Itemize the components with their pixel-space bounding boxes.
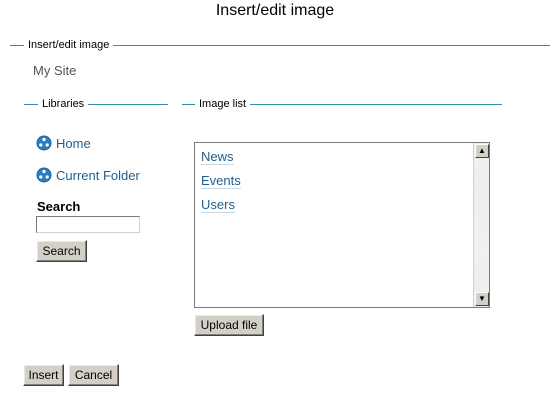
vertical-scrollbar[interactable]: ▲ ▼	[473, 143, 489, 307]
cancel-button[interactable]: Cancel	[68, 364, 119, 386]
folder-nav-icon	[36, 135, 52, 151]
scroll-down-icon[interactable]: ▼	[475, 292, 489, 306]
library-link-home[interactable]: Home	[36, 135, 91, 151]
list-item[interactable]: Events	[201, 173, 241, 189]
site-name: My Site	[33, 63, 77, 78]
search-button[interactable]: Search	[36, 240, 87, 262]
main-fieldset-legend: Insert/edit image	[24, 39, 114, 51]
libraries-legend: Libraries	[38, 98, 89, 110]
list-item[interactable]: Users	[201, 197, 235, 213]
scroll-up-icon[interactable]: ▲	[475, 144, 489, 158]
list-item[interactable]: News	[201, 149, 234, 165]
dialog-title: Insert/edit image	[215, 2, 335, 19]
library-link-label[interactable]: Home	[56, 136, 91, 151]
folder-nav-icon	[36, 167, 52, 183]
upload-file-button[interactable]: Upload file	[194, 314, 264, 336]
library-link-label[interactable]: Current Folder	[56, 168, 140, 183]
image-list-items: News Events Users	[201, 149, 241, 221]
library-link-current-folder[interactable]: Current Folder	[36, 167, 140, 183]
image-list-box[interactable]: News Events Users ▲ ▼	[194, 142, 490, 308]
image-list-legend: Image list	[195, 98, 251, 110]
search-label: Search	[37, 199, 81, 214]
insert-button[interactable]: Insert	[23, 364, 64, 386]
search-input[interactable]	[36, 216, 140, 233]
